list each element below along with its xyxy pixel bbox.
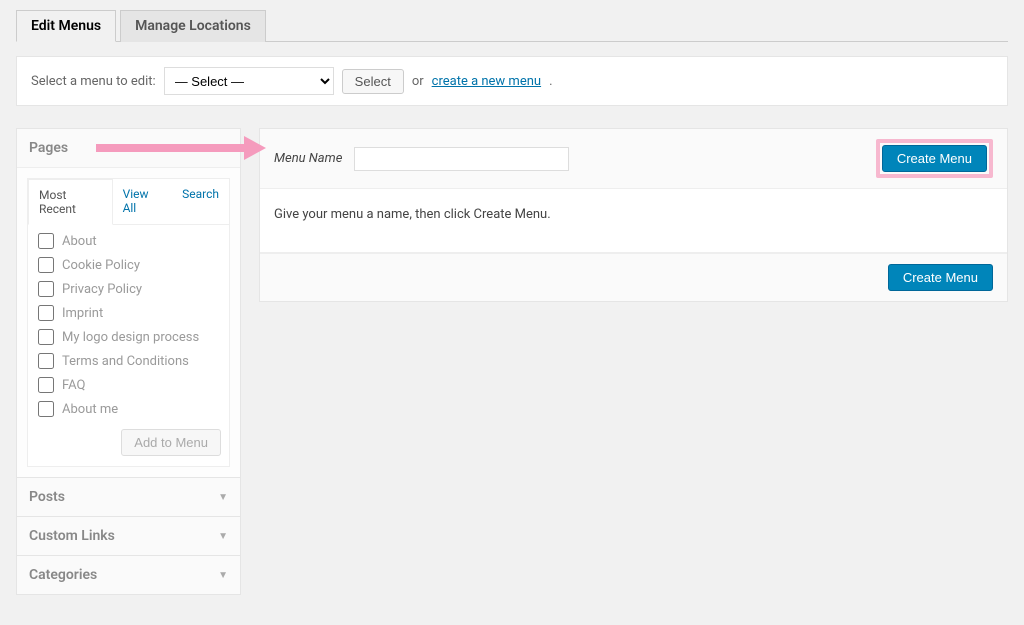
page-checkbox[interactable] bbox=[38, 353, 54, 369]
caret-down-icon: ▼ bbox=[218, 570, 228, 581]
menu-select-dropdown[interactable]: — Select — bbox=[164, 67, 334, 95]
create-new-menu-link[interactable]: create a new menu bbox=[432, 74, 541, 89]
menu-edit-area: Menu Name Create Menu Give your menu a n… bbox=[259, 128, 1008, 302]
page-checkbox[interactable] bbox=[38, 377, 54, 393]
page-checkbox[interactable] bbox=[38, 233, 54, 249]
page-checkbox[interactable] bbox=[38, 257, 54, 273]
add-to-menu-button: Add to Menu bbox=[121, 429, 221, 456]
menu-name-input[interactable] bbox=[354, 147, 569, 171]
create-menu-button-bottom[interactable]: Create Menu bbox=[888, 264, 993, 291]
accordion-posts-header[interactable]: Posts ▼ bbox=[17, 478, 240, 516]
pages-tab-view-all[interactable]: View All bbox=[113, 179, 173, 224]
page-checkbox[interactable] bbox=[38, 401, 54, 417]
pages-list: About Cookie Policy Privacy Policy Impri… bbox=[28, 225, 229, 429]
accordion-categories-title: Categories bbox=[29, 567, 97, 583]
page-checkbox[interactable] bbox=[38, 281, 54, 297]
page-checkbox[interactable] bbox=[38, 305, 54, 321]
accordion-categories-header[interactable]: Categories ▼ bbox=[17, 556, 240, 594]
accordion-pages: Pages ▲ Most Recent View All Search Abou… bbox=[16, 128, 241, 478]
page-item[interactable]: Terms and Conditions bbox=[36, 349, 221, 373]
or-text: or bbox=[412, 74, 424, 89]
caret-down-icon: ▼ bbox=[218, 531, 228, 542]
accordion-pages-title: Pages bbox=[29, 140, 68, 156]
select-menu-label: Select a menu to edit: bbox=[31, 74, 156, 89]
page-checkbox[interactable] bbox=[38, 329, 54, 345]
page-item[interactable]: Imprint bbox=[36, 301, 221, 325]
pages-tab-most-recent[interactable]: Most Recent bbox=[28, 179, 113, 225]
nav-tabs: Edit Menus Manage Locations bbox=[16, 10, 1008, 42]
page-item[interactable]: About me bbox=[36, 397, 221, 421]
pages-inner-tabs: Most Recent View All Search bbox=[28, 179, 229, 225]
select-menu-bar: Select a menu to edit: — Select — Select… bbox=[16, 56, 1008, 106]
page-item[interactable]: Cookie Policy bbox=[36, 253, 221, 277]
accordion-posts-title: Posts bbox=[29, 489, 65, 505]
accordion-pages-header[interactable]: Pages ▲ bbox=[17, 129, 240, 167]
caret-down-icon: ▼ bbox=[218, 492, 228, 503]
caret-up-icon: ▲ bbox=[218, 143, 228, 154]
create-menu-button-top[interactable]: Create Menu bbox=[882, 145, 987, 172]
tab-manage-locations[interactable]: Manage Locations bbox=[120, 10, 266, 42]
page-item[interactable]: Privacy Policy bbox=[36, 277, 221, 301]
page-item[interactable]: About bbox=[36, 229, 221, 253]
accordion-custom-links: Custom Links ▼ bbox=[16, 516, 241, 556]
sidebar: Pages ▲ Most Recent View All Search Abou… bbox=[16, 128, 241, 595]
menu-body-text: Give your menu a name, then click Create… bbox=[260, 189, 1007, 253]
tab-edit-menus[interactable]: Edit Menus bbox=[16, 10, 116, 42]
pages-tab-search[interactable]: Search bbox=[172, 179, 229, 224]
accordion-custom-links-title: Custom Links bbox=[29, 528, 115, 544]
select-button[interactable]: Select bbox=[342, 69, 404, 94]
accordion-categories: Categories ▼ bbox=[16, 555, 241, 595]
accordion-custom-links-header[interactable]: Custom Links ▼ bbox=[17, 517, 240, 555]
menu-name-label: Menu Name bbox=[274, 151, 342, 166]
accordion-posts: Posts ▼ bbox=[16, 477, 241, 517]
page-item[interactable]: FAQ bbox=[36, 373, 221, 397]
annotation-highlight: Create Menu bbox=[876, 139, 993, 178]
page-item[interactable]: My logo design process bbox=[36, 325, 221, 349]
